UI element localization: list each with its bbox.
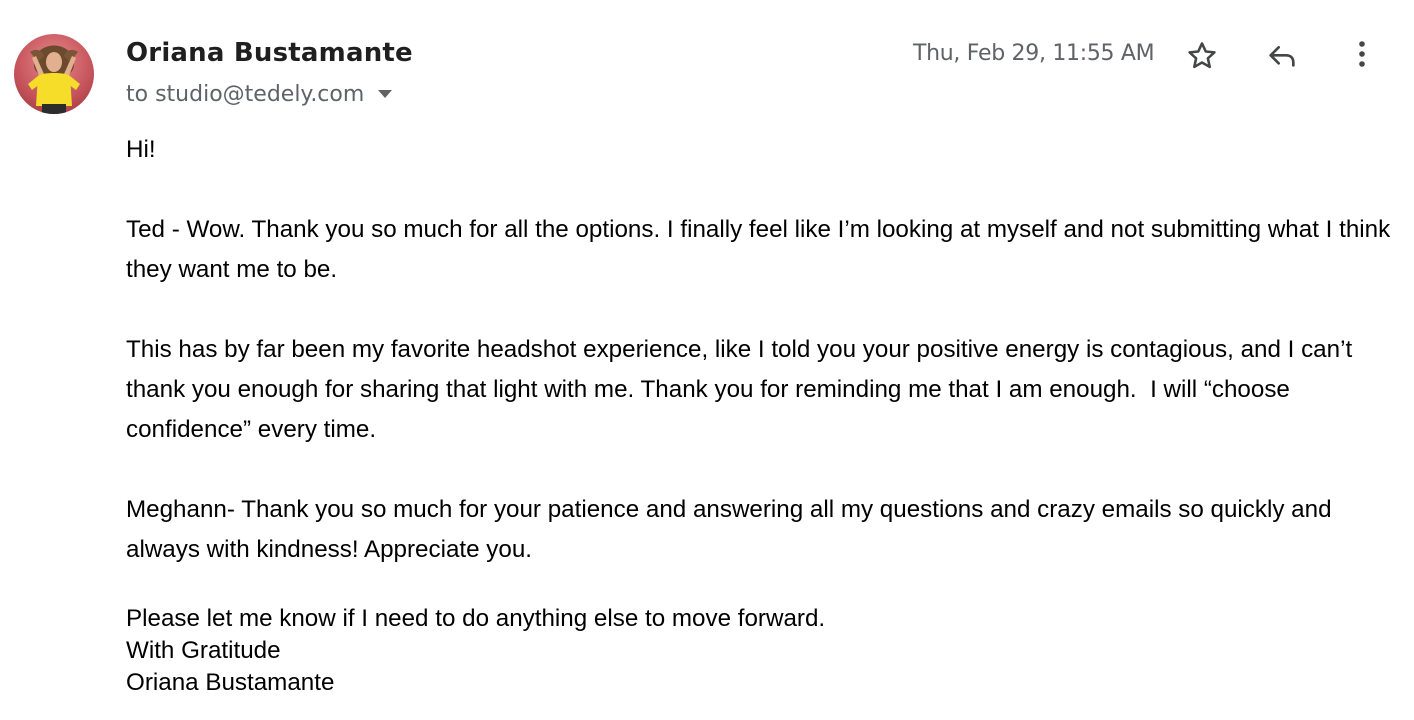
caret-down-icon[interactable] (376, 85, 394, 103)
reply-arrow-icon (1269, 46, 1295, 67)
email-paragraph: Ted - Wow. Thank you so much for all the… (126, 216, 1397, 283)
email-paragraph: Meghann- Thank you so much for your pati… (126, 496, 1339, 563)
sender-avatar[interactable] (14, 34, 94, 114)
vertical-dots-icon (1359, 41, 1365, 67)
email-paragraph: This has by far been my favorite headsho… (126, 336, 1359, 443)
closing-line: Oriana Bustamante (126, 669, 335, 696)
recipient-row: to studio@tedely.com (126, 80, 394, 108)
star-outline-icon (1188, 42, 1216, 69)
star-button[interactable] (1182, 36, 1222, 76)
recipient-prefix: to (126, 81, 149, 107)
reply-button[interactable] (1262, 36, 1302, 76)
email-greeting: Hi! (126, 136, 156, 163)
recipient-address: studio@tedely.com (155, 81, 365, 107)
email-body: Hi! Ted - Wow. Thank you so much for all… (126, 130, 1396, 699)
more-options-button[interactable] (1342, 34, 1382, 74)
closing-line: Please let me know if I need to do anyth… (126, 605, 826, 632)
email-date: Thu, Feb 29, 11:55 AM (913, 41, 1155, 66)
closing-line: With Gratitude (126, 637, 281, 664)
email-closing: Please let me know if I need to do anyth… (126, 603, 1396, 699)
avatar-photo-icon (14, 34, 94, 114)
sender-name: Oriana Bustamante (126, 38, 413, 68)
